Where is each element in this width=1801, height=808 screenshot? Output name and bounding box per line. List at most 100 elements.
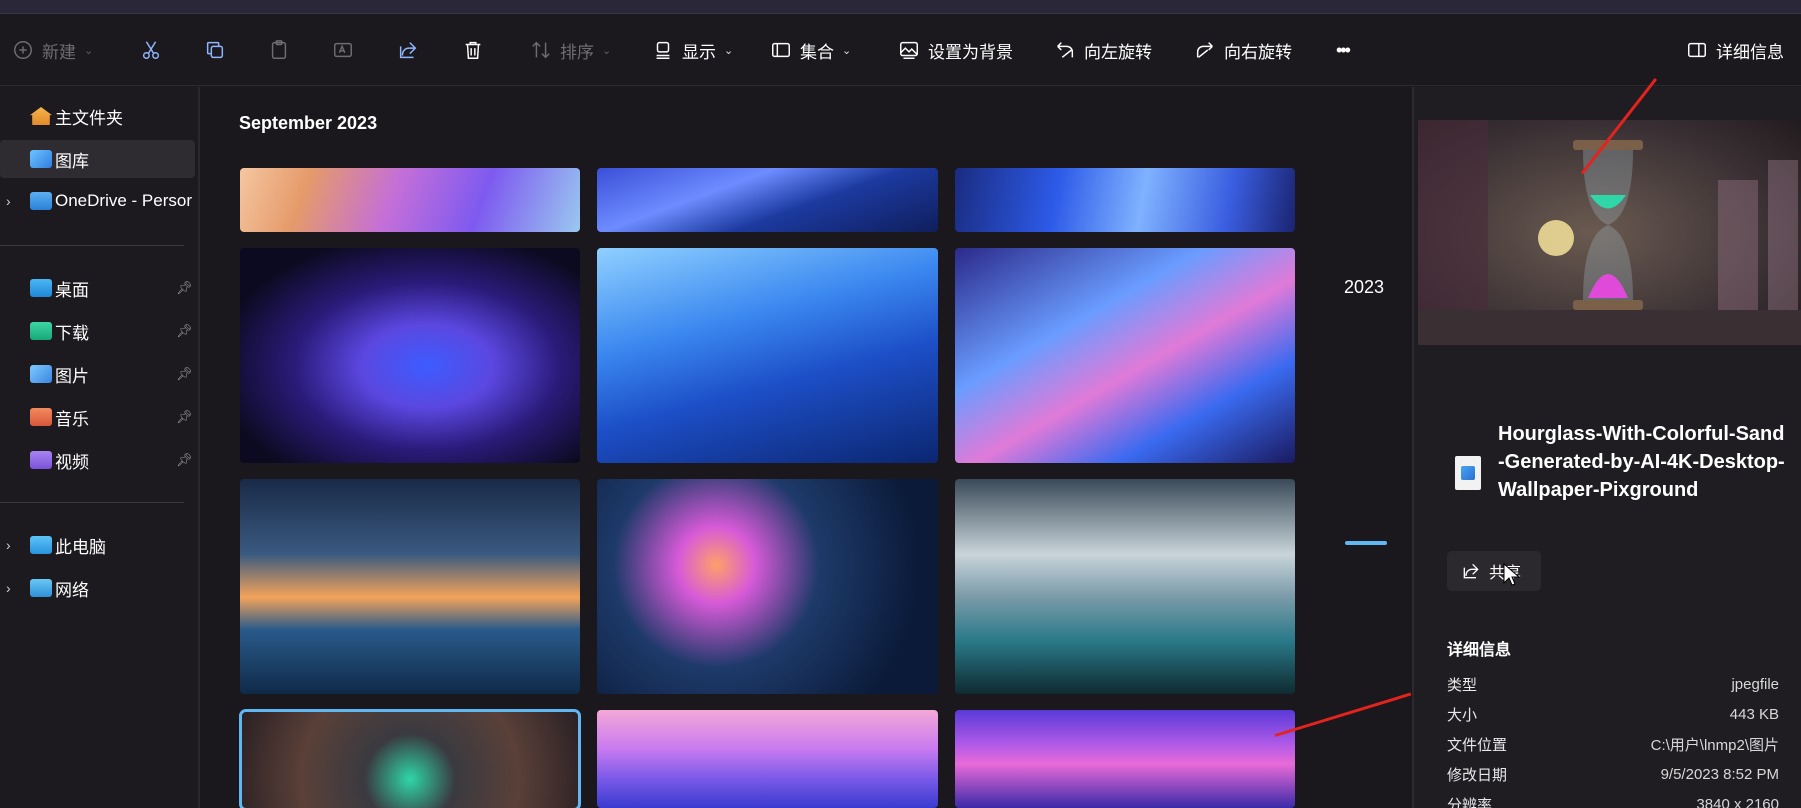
property-key: 分辨率	[1447, 796, 1493, 808]
videos-folder-icon	[30, 451, 52, 469]
details-pane: Hourglass-With-Colorful-Sand-Generated-b…	[1412, 87, 1801, 808]
toolbar: 新建 ⌄ 排序 ⌄ 显示 ⌄ 集合 ⌄ 设置为背景 向左旋转 向右旋转 ••• …	[0, 14, 1801, 86]
pin-icon[interactable]: 📌︎	[176, 409, 193, 425]
collection-button[interactable]: 集合 ⌄	[770, 14, 851, 86]
image-thumbnail[interactable]	[955, 479, 1295, 694]
sort-button[interactable]: 排序 ⌄	[530, 14, 611, 86]
set-background-label: 设置为背景	[928, 42, 1013, 62]
delete-button[interactable]	[462, 14, 484, 86]
sort-button-label: 排序	[560, 42, 594, 62]
gallery-content: September 2023 ▲ 2023	[200, 87, 1570, 808]
image-thumbnail[interactable]	[955, 710, 1295, 808]
rotate-right-button[interactable]: 向右旋转	[1194, 14, 1292, 86]
chevron-right-icon[interactable]: ›	[6, 193, 11, 209]
sidebar-item-music[interactable]: 音乐 📌︎	[0, 398, 195, 436]
details-toggle-label: 详细信息	[1716, 42, 1784, 62]
pin-icon[interactable]: 📌︎	[176, 452, 193, 468]
image-thumbnail[interactable]	[597, 479, 938, 694]
view-icon	[656, 41, 670, 59]
image-thumbnail[interactable]	[240, 168, 580, 232]
details-heading: 详细信息	[1447, 642, 1512, 659]
paste-button[interactable]	[268, 14, 290, 86]
share-toolbar-button[interactable]	[397, 14, 419, 86]
image-thumbnail[interactable]	[597, 248, 938, 463]
property-row: 文件位置 C:\用户\lnmp2\图片	[1447, 730, 1779, 758]
property-row: 分辨率 3840 x 2160	[1447, 790, 1779, 808]
pin-icon[interactable]: 📌︎	[176, 366, 193, 382]
chevron-down-icon: ⌄	[84, 44, 94, 57]
clipboard-icon	[271, 40, 287, 59]
file-name: Hourglass-With-Colorful-Sand-Generated-b…	[1498, 423, 1785, 501]
property-key: 修改日期	[1447, 766, 1508, 784]
computer-icon	[30, 536, 52, 554]
set-background-button[interactable]: 设置为背景	[898, 14, 1013, 86]
collection-icon	[772, 42, 790, 58]
share-button[interactable]: 共享	[1447, 551, 1541, 591]
chevron-down-icon: ⌄	[842, 44, 852, 57]
mouse-cursor-icon	[1503, 563, 1521, 586]
sidebar-item-gallery[interactable]: 图库	[0, 140, 195, 178]
rename-button[interactable]	[332, 14, 354, 86]
sidebar-item-pictures[interactable]: 图片 📌︎	[0, 355, 195, 393]
sidebar-item-downloads[interactable]: 下载 📌︎	[0, 312, 195, 350]
image-thumbnail[interactable]	[240, 248, 580, 463]
sidebar-item-onedrive[interactable]: › OneDrive - Persor	[0, 182, 195, 220]
property-value-link[interactable]: C:\用户\lnmp2\图片	[1651, 734, 1779, 755]
details-pane-icon	[1688, 42, 1706, 58]
sort-icon	[532, 41, 550, 59]
sidebar-item-label: 图片	[55, 366, 89, 386]
pictures-folder-icon	[30, 365, 52, 383]
sidebar-item-desktop[interactable]: 桌面 📌︎	[0, 269, 195, 307]
image-thumbnail[interactable]	[240, 479, 580, 694]
image-thumbnail[interactable]	[597, 168, 938, 232]
property-row: 类型 jpegfile	[1447, 670, 1779, 698]
section-title: September 2023	[239, 113, 378, 133]
sidebar-item-this-pc[interactable]: › 此电脑	[0, 526, 195, 564]
gallery-icon	[30, 150, 52, 168]
image-thumbnail[interactable]	[955, 168, 1295, 232]
property-key: 类型	[1447, 676, 1478, 694]
hourglass-preview-image	[1418, 120, 1801, 345]
timeline-year-label[interactable]: 2023	[1344, 277, 1384, 298]
image-file-icon	[1455, 456, 1481, 490]
pin-icon[interactable]: 📌︎	[176, 280, 193, 296]
chevron-down-icon: ⌄	[724, 44, 734, 57]
pin-icon[interactable]: 📌︎	[176, 323, 193, 339]
details-toggle-button[interactable]: 详细信息	[1686, 14, 1784, 86]
view-button-label: 显示	[682, 42, 716, 62]
sidebar-item-home[interactable]: 主文件夹	[0, 97, 195, 135]
chevron-right-icon[interactable]: ›	[6, 580, 11, 596]
chevron-right-icon[interactable]: ›	[6, 537, 11, 553]
view-button[interactable]: 显示 ⌄	[652, 14, 733, 86]
network-icon	[30, 579, 52, 597]
property-row: 大小 443 KB	[1447, 700, 1779, 728]
property-value: 9/5/2023 8:52 PM	[1660, 765, 1779, 783]
copy-button[interactable]	[204, 14, 226, 86]
cloud-folder-icon	[30, 192, 52, 210]
plus-circle-icon	[14, 41, 32, 59]
property-key: 大小	[1447, 706, 1478, 724]
music-folder-icon	[30, 408, 52, 426]
copy-icon	[206, 41, 224, 59]
image-thumbnail-selected[interactable]	[239, 709, 581, 808]
sidebar-item-label: 网络	[55, 580, 89, 600]
image-thumbnail[interactable]	[955, 248, 1295, 463]
sidebar-item-label: 音乐	[55, 409, 89, 429]
download-folder-icon	[30, 322, 52, 340]
sidebar-divider	[0, 502, 184, 503]
cut-button[interactable]	[140, 14, 162, 86]
property-key: 文件位置	[1447, 736, 1508, 754]
timeline-scroll-indicator[interactable]	[1345, 541, 1387, 545]
image-thumbnail[interactable]	[597, 710, 938, 808]
share-icon	[399, 42, 417, 59]
rotate-right-label: 向右旋转	[1224, 42, 1292, 62]
new-button[interactable]: 新建 ⌄	[12, 14, 93, 86]
sidebar-item-label: 视频	[55, 452, 89, 472]
navigation-sidebar: 主文件夹 图库 › OneDrive - Persor 桌面 📌︎ 下载 📌︎ …	[0, 87, 200, 808]
sidebar-item-videos[interactable]: 视频 📌︎	[0, 441, 195, 479]
sidebar-item-network[interactable]: › 网络	[0, 569, 195, 607]
property-row: 修改日期 9/5/2023 8:52 PM	[1447, 760, 1779, 788]
chevron-down-icon: ⌄	[602, 44, 612, 57]
more-options-button[interactable]: •••	[1336, 14, 1351, 86]
rotate-left-button[interactable]: 向左旋转	[1054, 14, 1152, 86]
